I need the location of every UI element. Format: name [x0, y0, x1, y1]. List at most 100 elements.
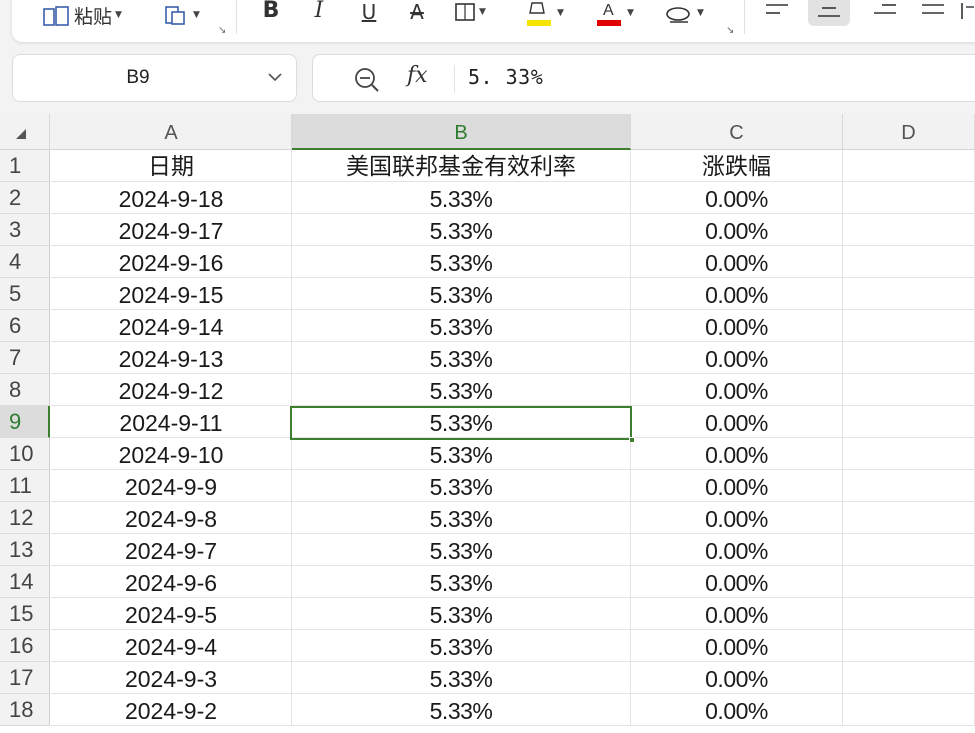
column-header-d[interactable]: D — [843, 114, 975, 150]
row-header[interactable]: 2 — [0, 182, 50, 214]
change-cell[interactable]: 0.00% — [631, 182, 843, 214]
empty-cell[interactable] — [843, 214, 975, 246]
date-cell[interactable]: 2024-9-6 — [51, 566, 292, 598]
date-cell[interactable]: 2024-9-7 — [51, 534, 292, 566]
date-cell[interactable]: 2024-9-12 — [51, 374, 292, 406]
change-cell[interactable]: 0.00% — [631, 630, 843, 662]
dialog-launcher-icon[interactable]: ↘ — [726, 25, 734, 36]
empty-cell[interactable] — [843, 662, 975, 694]
change-cell[interactable]: 0.00% — [631, 246, 843, 278]
paste-button[interactable]: 粘贴 ▼ — [42, 0, 122, 30]
name-box[interactable]: B9 — [12, 54, 297, 102]
date-cell[interactable]: 2024-9-8 — [51, 502, 292, 534]
row-header[interactable]: 16 — [0, 630, 50, 662]
rate-cell[interactable]: 5.33% — [292, 438, 631, 470]
empty-cell[interactable] — [843, 566, 975, 598]
date-cell[interactable]: 2024-9-9 — [51, 470, 292, 502]
date-cell[interactable]: 2024-9-16 — [51, 246, 292, 278]
row-header[interactable]: 10 — [0, 438, 50, 470]
row-header[interactable]: 3 — [0, 214, 50, 246]
rate-cell[interactable]: 5.33% — [292, 630, 631, 662]
border-button[interactable]: ▼ — [454, 0, 486, 26]
empty-cell[interactable] — [843, 438, 975, 470]
rate-cell[interactable]: 5.33% — [292, 374, 631, 406]
change-cell[interactable]: 0.00% — [631, 502, 843, 534]
empty-cell[interactable] — [843, 502, 975, 534]
fill-color-button[interactable]: ▼ — [524, 0, 564, 28]
header-cell-change[interactable]: 涨跌幅 — [631, 150, 843, 182]
date-cell[interactable]: 2024-9-14 — [51, 310, 292, 342]
row-header[interactable]: 8 — [0, 374, 50, 406]
empty-cell[interactable] — [843, 182, 975, 214]
date-cell[interactable]: 2024-9-10 — [51, 438, 292, 470]
change-cell[interactable]: 0.00% — [631, 694, 843, 726]
justify-button[interactable] — [918, 0, 948, 24]
row-header[interactable]: 15 — [0, 598, 50, 630]
row-header[interactable]: 11 — [0, 470, 50, 502]
rate-cell[interactable]: 5.33% — [292, 182, 631, 214]
font-color-button[interactable]: A ▼ — [594, 0, 634, 28]
row-header[interactable]: 1 — [0, 150, 50, 182]
change-cell[interactable]: 0.00% — [631, 438, 843, 470]
empty-cell[interactable] — [843, 278, 975, 310]
row-header[interactable]: 12 — [0, 502, 50, 534]
change-cell[interactable]: 0.00% — [631, 566, 843, 598]
row-header[interactable]: 17 — [0, 662, 50, 694]
align-center-button[interactable] — [808, 0, 850, 26]
date-cell[interactable]: 2024-9-4 — [51, 630, 292, 662]
date-cell[interactable]: 2024-9-5 — [51, 598, 292, 630]
empty-cell[interactable] — [843, 694, 975, 726]
rate-cell[interactable]: 5.33% — [292, 598, 631, 630]
row-header[interactable]: 13 — [0, 534, 50, 566]
change-cell[interactable]: 0.00% — [631, 342, 843, 374]
change-cell[interactable]: 0.00% — [631, 406, 843, 438]
rate-cell[interactable]: 5.33% — [292, 566, 631, 598]
date-cell[interactable]: 2024-9-3 — [51, 662, 292, 694]
empty-cell[interactable] — [843, 246, 975, 278]
change-cell[interactable]: 0.00% — [631, 214, 843, 246]
change-cell[interactable]: 0.00% — [631, 470, 843, 502]
clear-format-button[interactable]: ▼ — [664, 0, 704, 28]
empty-cell[interactable] — [843, 374, 975, 406]
change-cell[interactable]: 0.00% — [631, 278, 843, 310]
row-header[interactable]: 14 — [0, 566, 50, 598]
row-header[interactable]: 5 — [0, 278, 50, 310]
select-all-button[interactable] — [0, 114, 50, 150]
rate-cell[interactable]: 5.33% — [292, 470, 631, 502]
empty-cell[interactable] — [843, 342, 975, 374]
column-header-b[interactable]: B — [292, 114, 631, 150]
change-cell[interactable]: 0.00% — [631, 598, 843, 630]
date-cell[interactable]: 2024-9-15 — [51, 278, 292, 310]
change-cell[interactable]: 0.00% — [631, 374, 843, 406]
date-cell[interactable]: 2024-9-17 — [51, 214, 292, 246]
rate-cell[interactable]: 5.33% — [292, 694, 631, 726]
formula-input[interactable]: 5. 33% — [468, 65, 543, 89]
sheet-grid[interactable]: A B C D 1 日期 美国联邦基金有效利率 涨跌幅 2 2024-9-18 5.33% 0… — [0, 114, 975, 733]
empty-cell[interactable] — [843, 598, 975, 630]
change-cell[interactable]: 0.00% — [631, 534, 843, 566]
underline-button[interactable]: U — [356, 0, 382, 26]
rate-cell[interactable]: 5.33% — [292, 534, 631, 566]
rate-cell[interactable]: 5.33% — [292, 278, 631, 310]
change-cell[interactable]: 0.00% — [631, 662, 843, 694]
empty-cell[interactable] — [843, 310, 975, 342]
align-left-button[interactable] — [762, 0, 792, 24]
bold-button[interactable]: B — [258, 0, 284, 23]
column-header-c[interactable]: C — [631, 114, 843, 150]
zoom-out-icon[interactable] — [353, 66, 381, 94]
rate-cell[interactable]: 5.33% — [292, 502, 631, 534]
distributed-align-button[interactable] — [958, 0, 975, 24]
rate-cell[interactable]: 5.33% — [292, 246, 631, 278]
empty-cell[interactable] — [843, 406, 975, 438]
align-right-button[interactable] — [870, 0, 900, 24]
italic-button[interactable]: I — [306, 0, 332, 23]
empty-cell[interactable] — [843, 534, 975, 566]
empty-cell[interactable] — [843, 470, 975, 502]
row-header[interactable]: 18 — [0, 694, 50, 726]
row-header[interactable]: 6 — [0, 310, 50, 342]
rate-cell[interactable]: 5.33% — [292, 342, 631, 374]
date-cell[interactable]: 2024-9-11 — [51, 406, 292, 438]
row-header[interactable]: 9 — [0, 406, 50, 438]
row-header[interactable]: 4 — [0, 246, 50, 278]
header-cell-rate[interactable]: 美国联邦基金有效利率 — [292, 150, 631, 182]
